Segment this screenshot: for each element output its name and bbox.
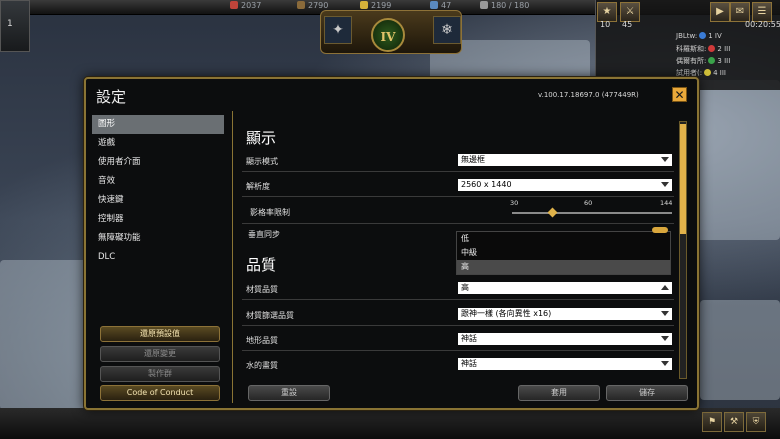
player-color-dot [704,69,712,76]
player-color-dot [708,57,716,64]
resolution-row: 解析度 2560 x 1440 [242,174,674,197]
sidebar-item-audio[interactable]: 音效 [92,172,224,191]
frame-limit-slider-handle[interactable] [547,207,558,218]
frame-limit-slider[interactable] [512,212,672,214]
age-indicator[interactable]: IV [371,18,405,52]
resolution-select[interactable]: 2560 x 1440 [458,179,672,191]
frame-limit-row: 影格率限制 30 60 144 [242,197,674,224]
water-quality-label: 水的畫質 [246,361,278,370]
settings-sidebar: 圖形 遊戲 使用者介面 音效 快速鍵 控制器 無障礙功能 DLC [92,115,224,267]
close-button[interactable]: ✕ [672,87,687,102]
swords-icon[interactable]: ⚔ [620,2,640,22]
sidebar-item-graphics[interactable]: 圖形 [92,115,224,134]
command-icon[interactable]: ⛨ [746,412,766,432]
credits-button[interactable]: 製作群 [100,366,220,382]
water-quality-select[interactable]: 神話 [458,358,672,370]
vsync-toggle[interactable] [652,227,668,233]
snow-patch [0,260,90,410]
dropdown-option-high[interactable]: 高 [457,260,670,274]
version-label: v.100.17.18697.0 (477449R) [538,91,639,99]
chevron-up-icon [661,285,669,290]
population-resource: 180 / 180 [480,1,529,10]
terrain-quality-row: 地形品質 神話 [242,328,674,351]
home-city-flag-icon[interactable]: ✦ [324,16,352,44]
quality-section-title: 品質 [246,256,277,274]
politician-icon[interactable]: ❄ [433,16,461,44]
idle-villager-badge[interactable]: 1 [0,0,30,52]
star-icon[interactable]: ★ [597,2,617,22]
score-row: JBLtw: 1 IV [676,32,722,40]
frame-limit-label: 影格率限制 [250,208,290,217]
sidebar-item-accessibility[interactable]: 無障礙功能 [92,229,224,248]
dropdown-option-medium[interactable]: 中級 [457,246,670,260]
vertical-divider [232,111,233,403]
population-icon [480,1,488,9]
xp-icon [430,1,438,9]
wood-icon [297,1,305,9]
player-color-dot [708,45,716,52]
chevron-down-icon [661,361,669,366]
chat-icon[interactable]: ✉ [730,2,750,22]
frame-limit-tick: 30 [510,199,519,207]
texture-quality-label: 材質品質 [246,285,278,294]
display-mode-row: 顯示模式 無邊框 [242,149,674,172]
population-count-right: 45 [622,20,633,29]
terrain-quality-select[interactable]: 神話 [458,333,672,345]
save-button[interactable]: 儲存 [606,385,688,401]
command-icon[interactable]: ⚑ [702,412,722,432]
sidebar-item-hotkeys[interactable]: 快速鍵 [92,191,224,210]
code-of-conduct-button[interactable]: Code of Conduct [100,385,220,401]
frame-limit-tick: 144 [660,199,673,207]
gold-resource: 2199 [360,1,391,10]
player-color-dot [699,32,707,39]
command-icon[interactable]: ⚒ [724,412,744,432]
snow-patch [690,80,780,240]
food-resource: 2037 [230,1,261,10]
chevron-down-icon [661,311,669,316]
sidebar-item-game[interactable]: 遊戲 [92,134,224,153]
vsync-label: 垂直同步 [248,230,280,239]
score-row: 偶爾有所: 3 III [676,57,731,65]
score-row: 科羅斯和: 2 III [676,45,731,53]
settings-scrollbar[interactable] [679,121,687,379]
texture-filtering-select[interactable]: 跟神一樣 (各向異性 x16) [458,308,672,320]
frame-limit-tick: 60 [584,199,593,207]
resolution-label: 解析度 [246,182,270,191]
dialog-title: 設定 [96,88,127,106]
food-icon [230,1,238,9]
idle-count: 1 [7,19,13,29]
population-count-left: 10 [600,20,611,29]
display-mode-select[interactable]: 無邊框 [458,154,672,166]
snow-patch [700,300,780,400]
terrain-quality-label: 地形品質 [246,336,278,345]
sidebar-item-ui[interactable]: 使用者介面 [92,153,224,172]
display-section-title: 顯示 [246,129,277,147]
texture-filtering-label: 材質篩選品質 [246,311,294,320]
apply-button[interactable]: 套用 [518,385,600,401]
water-quality-row: 水的畫質 神話 [242,353,674,375]
play-icon[interactable]: ▶ [710,2,730,22]
dropdown-option-low[interactable]: 低 [457,232,670,246]
reset-button[interactable]: 重設 [248,385,330,401]
texture-quality-dropdown-menu: 低 中級 高 [456,231,671,275]
chevron-down-icon [661,157,669,162]
texture-quality-row: 材質品質 高 [242,277,674,300]
menu-icon[interactable]: ☰ [752,2,772,22]
texture-filtering-row: 材質篩選品質 跟神一樣 (各向異性 x16) [242,303,674,326]
xp-resource: 47 [430,1,451,10]
revert-changes-button[interactable]: 還原變更 [100,346,220,362]
wood-resource: 2790 [297,1,328,10]
chevron-down-icon [661,182,669,187]
scrollbar-thumb[interactable] [680,124,686,234]
sidebar-item-dlc[interactable]: DLC [92,248,224,267]
display-mode-label: 顯示模式 [246,157,278,166]
chevron-down-icon [661,336,669,341]
bottom-command-bar [0,408,780,439]
gold-icon [360,1,368,9]
game-clock: 00:20:55 [745,20,780,29]
restore-defaults-button[interactable]: 還原預設值 [100,326,220,342]
texture-quality-select[interactable]: 高 [458,282,672,294]
sidebar-item-controller[interactable]: 控制器 [92,210,224,229]
